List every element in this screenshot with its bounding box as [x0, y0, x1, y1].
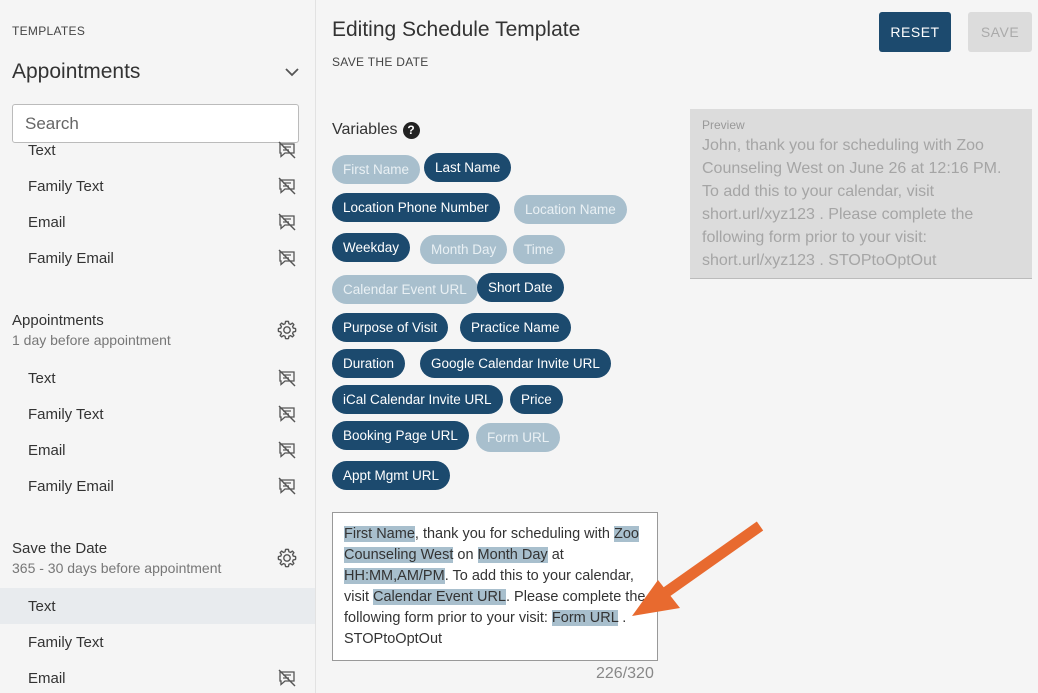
sidebar-item-email[interactable]: Email	[0, 432, 315, 468]
variable-chip-booking-page-url[interactable]: Booking Page URL	[332, 421, 469, 450]
gear-icon[interactable]	[276, 547, 298, 569]
no-sms-icon	[277, 248, 297, 268]
no-sms-icon	[277, 176, 297, 196]
editor-text: on	[453, 547, 478, 563]
page-title: Editing Schedule Template	[332, 18, 581, 41]
sidebar: TEMPLATES Appointments Text Family Text …	[0, 0, 316, 693]
variable-token: Form URL	[551, 610, 619, 626]
variable-chip-duration[interactable]: Duration	[332, 349, 406, 378]
templates-label: TEMPLATES	[12, 24, 86, 38]
sidebar-item-label: Family Text	[28, 633, 104, 651]
sidebar-item-label: Family Email	[28, 249, 114, 267]
page-subtitle: SAVE THE DATE	[332, 55, 429, 69]
variables-heading: Variables ?	[332, 121, 420, 139]
sidebar-item-text-active[interactable]: Text	[0, 588, 315, 624]
sidebar-item-text[interactable]: Text	[0, 132, 315, 168]
sidebar-item-label: Text	[28, 141, 56, 159]
variable-chip-practice-name[interactable]: Practice Name	[460, 313, 571, 342]
variable-chip-google-calendar-invite-url[interactable]: Google Calendar Invite URL	[420, 349, 611, 378]
variable-chip-location-name[interactable]: Location Name	[514, 195, 627, 224]
variable-token: Month Day	[477, 547, 548, 563]
sidebar-item-family-email[interactable]: Family Email	[0, 240, 315, 276]
sidebar-item-label: Text	[28, 369, 56, 387]
variable-token: HH:MM,AM/PM	[344, 568, 445, 584]
group-title: Appointments	[12, 312, 104, 329]
sidebar-item-label: Family Text	[28, 405, 104, 423]
group-subtitle: 365 - 30 days before appointment	[12, 560, 222, 576]
variable-chip-form-url[interactable]: Form URL	[476, 423, 561, 452]
no-sms-icon	[277, 368, 297, 388]
variable-chip-calendar-event-url[interactable]: Calendar Event URL	[332, 275, 478, 304]
no-sms-icon	[277, 140, 297, 160]
no-sms-icon	[277, 440, 297, 460]
sidebar-item-family-text[interactable]: Family Text	[0, 396, 315, 432]
sidebar-item-family-email[interactable]: Family Email	[0, 468, 315, 504]
sidebar-item-label: Email	[28, 213, 66, 231]
variable-chip-month-day[interactable]: Month Day	[420, 235, 508, 264]
sidebar-item-label: Family Text	[28, 177, 104, 195]
sidebar-item-text[interactable]: Text	[0, 360, 315, 396]
variables-label: Variables	[332, 121, 398, 138]
chevron-down-icon	[282, 62, 302, 82]
help-icon[interactable]: ?	[402, 121, 420, 139]
sidebar-item-family-text[interactable]: Family Text	[0, 168, 315, 204]
sidebar-item-label: Text	[28, 597, 56, 615]
sidebar-item-label: Email	[28, 441, 66, 459]
variable-chip-time[interactable]: Time	[513, 235, 565, 264]
sidebar-item-email[interactable]: Email	[0, 204, 315, 240]
group-title: Save the Date	[12, 540, 108, 557]
variable-chip-price[interactable]: Price	[510, 385, 563, 414]
variable-chip-purpose-of-visit[interactable]: Purpose of Visit	[332, 313, 449, 342]
preview-text: John, thank you for scheduling with Zoo …	[702, 137, 1002, 269]
sidebar-item-email[interactable]: Email	[0, 660, 315, 693]
preview-label: Preview	[702, 118, 745, 132]
preview-box: Preview John, thank you for scheduling w…	[690, 109, 1032, 279]
no-sms-icon	[277, 476, 297, 496]
sidebar-item-label: Family Email	[28, 477, 114, 495]
variable-chip-appt-mgmt-url[interactable]: Appt Mgmt URL	[332, 461, 451, 490]
variable-chip-ical-calendar-invite-url[interactable]: iCal Calendar Invite URL	[332, 385, 503, 414]
variable-chip-short-date[interactable]: Short Date	[477, 273, 564, 302]
save-button[interactable]: SAVE	[968, 12, 1032, 52]
template-selector[interactable]: Appointments	[12, 58, 302, 86]
editor-text: at	[547, 547, 564, 563]
variable-token: Calendar Event URL	[373, 589, 506, 605]
editor-text: , thank you for scheduling with	[414, 526, 614, 542]
group-subtitle: 1 day before appointment	[12, 332, 171, 348]
no-sms-icon	[277, 404, 297, 424]
variable-chip-location-phone-number[interactable]: Location Phone Number	[332, 193, 500, 222]
character-counter: 226/320	[596, 665, 654, 682]
template-selector-value: Appointments	[12, 60, 141, 83]
no-sms-icon	[277, 212, 297, 232]
no-sms-icon	[277, 668, 297, 688]
variable-chip-first-name[interactable]: First Name	[332, 155, 421, 184]
message-editor[interactable]: First Name, thank you for scheduling wit…	[332, 512, 658, 661]
sidebar-item-label: Email	[28, 669, 66, 687]
variable-token: First Name	[344, 526, 415, 542]
reset-button[interactable]: RESET	[879, 12, 951, 52]
variable-chip-last-name[interactable]: Last Name	[424, 153, 512, 182]
sidebar-item-family-text[interactable]: Family Text	[0, 624, 315, 660]
gear-icon[interactable]	[276, 319, 298, 341]
variable-chip-weekday[interactable]: Weekday	[332, 233, 411, 262]
